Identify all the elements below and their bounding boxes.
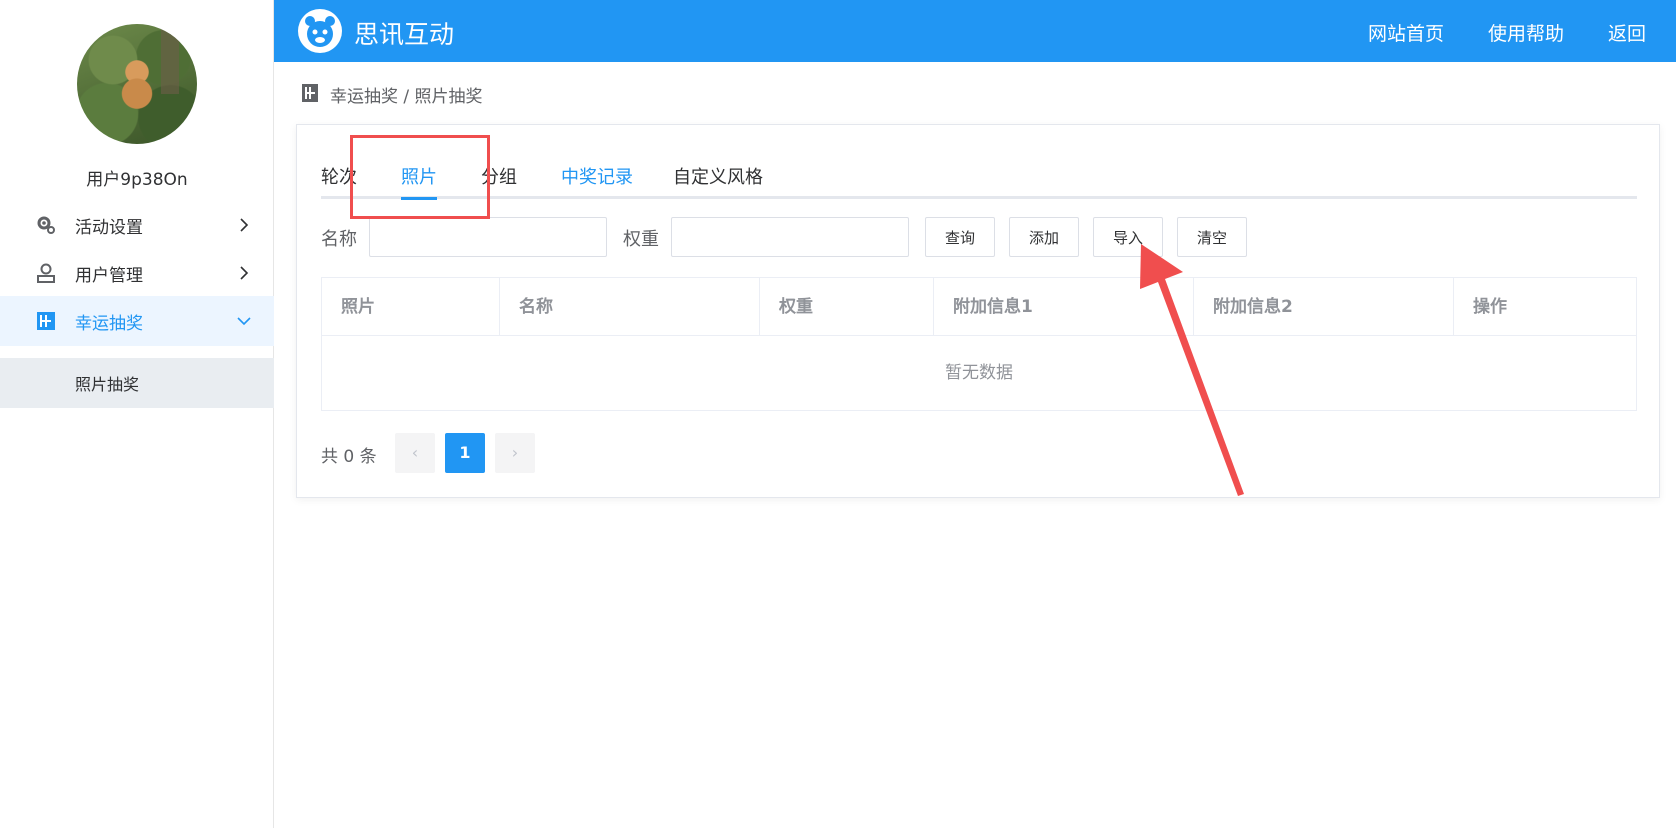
gears-icon bbox=[37, 216, 55, 234]
breadcrumb-text: 幸运抽奖 / 照片抽奖 bbox=[330, 87, 483, 107]
pagination-next-button[interactable]: › bbox=[495, 433, 535, 473]
username: 用户9p38On bbox=[86, 170, 188, 190]
brand-name: 思讯互动 bbox=[354, 20, 455, 49]
sidebar-subitem-photo-draw[interactable]: 照片抽奖 bbox=[0, 358, 274, 408]
name-filter-input[interactable] bbox=[369, 217, 607, 257]
sidebar-item-label: 活动设置 bbox=[75, 217, 143, 238]
sidebar: 用户9p38On 活动设置 用户管理 幸运抽奖 照片抽奖 bbox=[0, 0, 274, 828]
lottery-icon bbox=[302, 84, 318, 102]
sidebar-item-user-management[interactable]: 用户管理 bbox=[0, 248, 274, 298]
nav-link-home[interactable]: 网站首页 bbox=[1368, 19, 1444, 46]
lottery-icon bbox=[37, 312, 55, 330]
pagination-total: 共 0 条 bbox=[321, 447, 377, 467]
top-bar: 思讯互动 网站首页 使用帮助 返回 bbox=[274, 0, 1676, 62]
chevron-right-icon bbox=[240, 266, 249, 280]
pagination-prev-button[interactable]: ‹ bbox=[395, 433, 435, 473]
tab-bar: 轮次 照片 分组 中奖记录 自定义风格 bbox=[321, 163, 1637, 200]
nav-link-help[interactable]: 使用帮助 bbox=[1488, 19, 1564, 46]
pagination-page-button[interactable]: 1 bbox=[445, 433, 485, 473]
brand-logo-icon bbox=[298, 9, 342, 53]
query-button[interactable]: 查询 bbox=[925, 217, 995, 257]
clear-button[interactable]: 清空 bbox=[1177, 217, 1247, 257]
sidebar-item-label: 用户管理 bbox=[75, 265, 143, 286]
weight-filter-input[interactable] bbox=[671, 217, 909, 257]
nav-link-back[interactable]: 返回 bbox=[1608, 19, 1646, 46]
weight-filter-label: 权重 bbox=[623, 229, 659, 250]
column-header-extra-info-1: 附加信息1 bbox=[934, 278, 1194, 336]
import-button[interactable]: 导入 bbox=[1093, 217, 1163, 257]
sidebar-subitem-label: 照片抽奖 bbox=[75, 375, 140, 394]
tab-custom-style[interactable]: 自定义风格 bbox=[673, 163, 763, 189]
column-header-extra-info-2: 附加信息2 bbox=[1194, 278, 1454, 336]
column-header-actions: 操作 bbox=[1473, 297, 1507, 317]
add-button[interactable]: 添加 bbox=[1009, 217, 1079, 257]
avatar[interactable] bbox=[77, 24, 197, 144]
empty-state-text: 暂无数据 bbox=[945, 363, 1013, 383]
sidebar-item-activity-settings[interactable]: 活动设置 bbox=[0, 200, 274, 250]
chevron-down-icon bbox=[237, 317, 251, 326]
column-header-weight: 权重 bbox=[760, 278, 934, 336]
annotation-highlight-box bbox=[350, 135, 490, 219]
tab-winning-records[interactable]: 中奖记录 bbox=[561, 163, 633, 189]
content-card: 轮次 照片 分组 中奖记录 自定义风格 名称 权重 查询 添加 导入 清空 照片… bbox=[296, 124, 1660, 498]
user-manage-icon bbox=[37, 263, 55, 283]
chevron-right-icon bbox=[240, 218, 249, 232]
sidebar-item-label: 幸运抽奖 bbox=[75, 313, 143, 334]
column-header-photo: 照片 bbox=[322, 278, 500, 336]
sidebar-item-lucky-draw[interactable]: 幸运抽奖 bbox=[0, 296, 274, 346]
column-header-name: 名称 bbox=[500, 278, 760, 336]
data-table: 照片 名称 权重 附加信息1 附加信息2 操作 暂无数据 bbox=[321, 277, 1637, 411]
name-filter-label: 名称 bbox=[321, 229, 357, 250]
table-header: 照片 名称 权重 附加信息1 附加信息2 操作 bbox=[322, 278, 1636, 336]
